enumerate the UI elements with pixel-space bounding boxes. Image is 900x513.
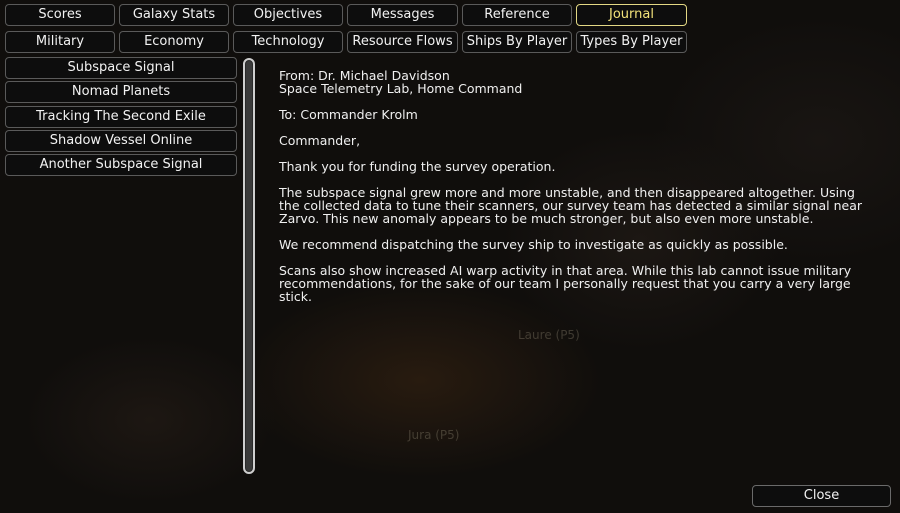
map-planet-label: Laure (P5) <box>518 328 580 342</box>
message-paragraph: Thank you for funding the survey operati… <box>279 159 556 174</box>
tab-military[interactable]: Military <box>5 31 115 53</box>
tab-scores[interactable]: Scores <box>5 4 115 26</box>
tab-objectives[interactable]: Objectives <box>233 4 343 26</box>
journal-message: From: Dr. Michael Davidson Space Telemet… <box>279 69 879 316</box>
scrollbar-thumb[interactable] <box>246 61 252 471</box>
map-planet-label: Jura (P5) <box>408 428 460 442</box>
journal-entry-shadow-vessel-online[interactable]: Shadow Vessel Online <box>5 130 237 152</box>
message-greeting: Commander, <box>279 133 361 148</box>
tab-messages[interactable]: Messages <box>347 4 458 26</box>
tab-galaxy-stats[interactable]: Galaxy Stats <box>119 4 229 26</box>
message-to: To: Commander Krolm <box>279 107 418 122</box>
tab-journal[interactable]: Journal <box>576 4 687 26</box>
message-paragraph: Scans also show increased AI warp activi… <box>279 263 852 304</box>
journal-entry-another-subspace-signal[interactable]: Another Subspace Signal <box>5 154 237 176</box>
journal-entry-subspace-signal[interactable]: Subspace Signal <box>5 57 237 79</box>
tab-reference[interactable]: Reference <box>462 4 572 26</box>
close-button[interactable]: Close <box>752 485 891 507</box>
journal-entry-tracking-the-second-exile[interactable]: Tracking The Second Exile <box>5 106 237 128</box>
message-paragraph: The subspace signal grew more and more u… <box>279 185 863 226</box>
message-scrollbar[interactable] <box>243 58 255 474</box>
tab-resource-flows[interactable]: Resource Flows <box>347 31 458 53</box>
tab-ships-by-player[interactable]: Ships By Player <box>462 31 572 53</box>
tab-types-by-player[interactable]: Types By Player <box>576 31 687 53</box>
tab-economy[interactable]: Economy <box>119 31 229 53</box>
message-paragraph: We recommend dispatching the survey ship… <box>279 237 788 252</box>
tab-technology[interactable]: Technology <box>233 31 343 53</box>
message-from-org: Space Telemetry Lab, Home Command <box>279 81 523 96</box>
journal-entry-nomad-planets[interactable]: Nomad Planets <box>5 81 237 103</box>
